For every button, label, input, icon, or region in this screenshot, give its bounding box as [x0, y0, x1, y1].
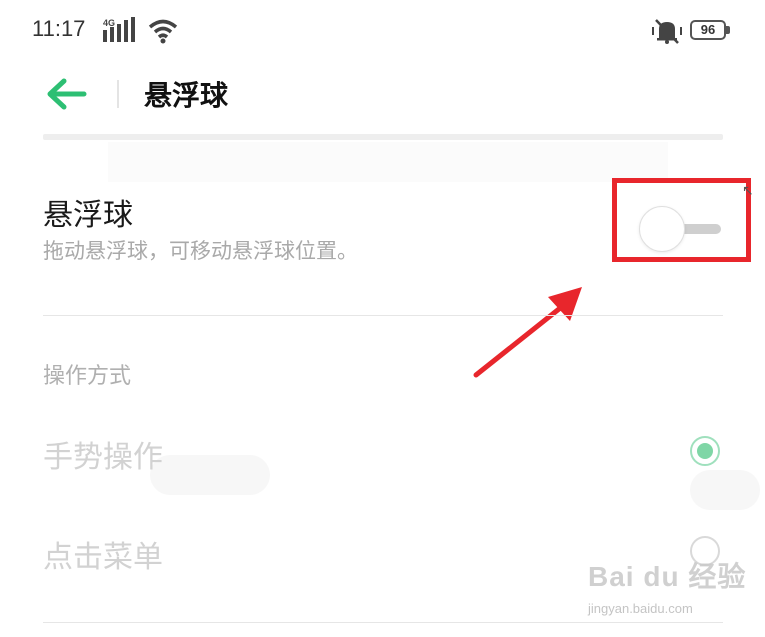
pointer-cursor-icon: ↖ [742, 183, 754, 199]
option-label: 手势操作 [43, 440, 163, 475]
header-divider [117, 80, 119, 108]
radio-selected[interactable] [690, 436, 720, 466]
svg-text:4G: 4G [103, 18, 115, 28]
operation-section-title: 操作方式 [43, 364, 132, 389]
option-gesture[interactable]: 手势操作 [0, 420, 765, 490]
baidu-jingyan-watermark: Bai du 经验 jingyan.baidu.com [588, 555, 763, 630]
page-title: 悬浮球 [144, 79, 229, 112]
battery-level: 96 [700, 22, 716, 37]
top-app-bar: 悬浮球 [0, 62, 765, 128]
floating-ball-description: 拖动悬浮球，可移动悬浮球位置。 [43, 239, 358, 263]
watermark-brand: Bai du 经验 [588, 561, 747, 592]
wifi-icon [148, 19, 178, 44]
annotation-highlight-box [612, 178, 751, 262]
back-button[interactable] [44, 76, 88, 112]
4g-signal-icon: 4G [103, 17, 135, 42]
background-shade [108, 142, 668, 182]
watermark-url: jingyan.baidu.com [588, 601, 693, 616]
section-separator [43, 134, 723, 140]
annotation-arrow-icon [473, 287, 582, 378]
option-label: 点击菜单 [43, 540, 163, 575]
back-arrow-icon [47, 78, 87, 110]
status-bar: 11:17 4G 96 [0, 0, 765, 62]
divider [43, 315, 723, 316]
battery-indicator: 96 [690, 20, 732, 42]
silent-mode-icon [652, 19, 682, 44]
status-time: 11:17 [32, 16, 86, 41]
floating-ball-title: 悬浮球 [43, 198, 133, 233]
